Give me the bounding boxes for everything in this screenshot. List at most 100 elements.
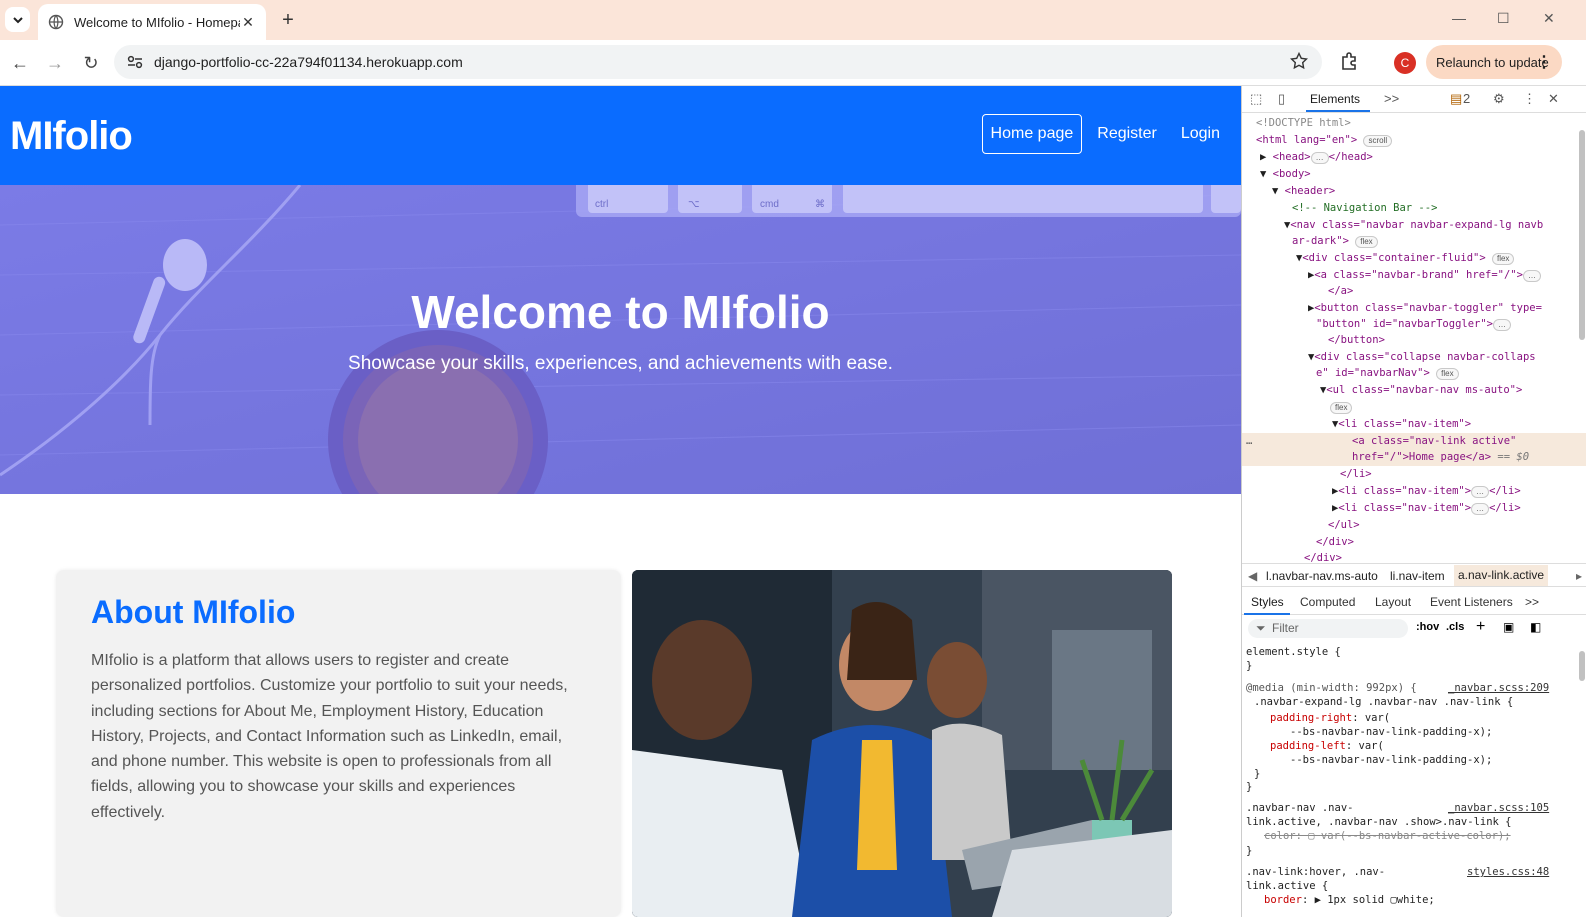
tab-search-button[interactable] bbox=[5, 7, 30, 32]
reload-icon[interactable]: ↻ bbox=[78, 50, 104, 76]
minimize-icon[interactable]: — bbox=[1452, 10, 1466, 26]
url-text: django-portfolio-cc-22a794f01134.herokua… bbox=[154, 54, 463, 70]
dom-doctype[interactable]: <!DOCTYPE html> bbox=[1256, 115, 1351, 131]
selector-2b[interactable]: link.active, .navbar-nav .show>.nav-link… bbox=[1246, 815, 1512, 829]
decl-padding-right-var: --bs-navbar-nav-link-padding-x); bbox=[1290, 726, 1493, 738]
crumb-li[interactable]: li.nav-item bbox=[1390, 569, 1445, 583]
address-bar[interactable]: django-portfolio-cc-22a794f01134.herokua… bbox=[114, 45, 1322, 79]
selector-2a[interactable]: .navbar-nav .nav- bbox=[1246, 801, 1353, 815]
office-team-photo bbox=[632, 570, 1172, 917]
dom-div-close: </div> bbox=[1316, 536, 1354, 548]
selector-3a[interactable]: .nav-link:hover, .nav- bbox=[1246, 865, 1385, 879]
dom-container-fluid[interactable]: ▼<div class="container-fluid"> flex bbox=[1296, 250, 1515, 266]
dom-ellipsis-icon[interactable]: … bbox=[1246, 433, 1252, 449]
hov-toggle[interactable]: :hov bbox=[1416, 621, 1439, 633]
decl-padding-left[interactable]: padding-left: var( bbox=[1270, 739, 1384, 753]
selector-3b[interactable]: link.active { bbox=[1246, 879, 1328, 893]
tab-layout[interactable]: Layout bbox=[1375, 595, 1411, 609]
toggle-sidebar-icon[interactable]: ◧ bbox=[1530, 620, 1541, 634]
source-link-styles-48[interactable]: styles.css:48 bbox=[1467, 865, 1549, 879]
browser-tab-bar: Welcome to MIfolio - Homepag ✕ + — ☐ ✕ bbox=[0, 0, 1586, 40]
dom-a-close: </a> bbox=[1328, 285, 1354, 297]
tab-close-icon[interactable]: ✕ bbox=[240, 14, 256, 31]
styles-filter-input[interactable]: ⏷ Filter bbox=[1248, 619, 1408, 638]
decl-color-overridden[interactable]: color: ▢ var(--bs-navbar-active-color); bbox=[1264, 829, 1511, 843]
element-style-rule[interactable]: element.style { bbox=[1246, 645, 1341, 659]
styles-subtabs: Styles Computed Layout Event Listeners >… bbox=[1242, 587, 1586, 615]
nav-link-home[interactable]: Home page bbox=[981, 114, 1083, 154]
issues-icon[interactable]: ▤ bbox=[1450, 91, 1462, 107]
crumb-scroll-left-icon[interactable]: ◀ bbox=[1248, 569, 1257, 583]
brace-1: } bbox=[1246, 660, 1253, 672]
dom-comment[interactable]: <!-- Navigation Bar --> bbox=[1292, 200, 1437, 216]
new-style-rule-icon[interactable]: + bbox=[1476, 618, 1485, 636]
dom-nav-link-active[interactable]: <a class="nav-link active" bbox=[1352, 433, 1516, 449]
about-description: MIfolio is a platform that allows users … bbox=[91, 652, 568, 821]
source-link-navbar-105[interactable]: _navbar.scss:105 bbox=[1448, 801, 1549, 815]
inspect-element-icon[interactable]: ⬚ bbox=[1250, 91, 1262, 107]
tab-elements[interactable]: Elements bbox=[1310, 92, 1360, 106]
dom-collapse[interactable]: ▼<div class="collapse navbar-collaps bbox=[1308, 349, 1536, 365]
extensions-icon[interactable] bbox=[1338, 51, 1360, 73]
dom-li[interactable]: ▼<li class="nav-item"> bbox=[1332, 416, 1471, 432]
scroll-badge[interactable]: scroll bbox=[1363, 135, 1393, 147]
crumb-a-active[interactable]: a.nav-link.active bbox=[1454, 565, 1549, 586]
tab-styles[interactable]: Styles bbox=[1251, 595, 1284, 609]
hero-banner: ctrl ⌥ cmd ⌘ Welcome to MIfolio Showcase… bbox=[0, 185, 1241, 494]
devtools-menu-icon[interactable]: ⋮ bbox=[1523, 91, 1536, 107]
styles-pane: element.style { } @media (min-width: 992… bbox=[1242, 641, 1586, 917]
dom-navbar-toggler[interactable]: ▶<button class="navbar-toggler" type= bbox=[1308, 300, 1542, 316]
site-navbar: MIfolio Home page Register Login bbox=[0, 86, 1241, 185]
browser-tab-active[interactable]: Welcome to MIfolio - Homepag ✕ bbox=[38, 4, 266, 40]
devtools-close-icon[interactable]: ✕ bbox=[1548, 91, 1559, 107]
more-tabs-icon[interactable]: >> bbox=[1384, 91, 1399, 106]
flex-badge[interactable]: flex bbox=[1355, 236, 1378, 248]
more-vert-icon[interactable]: ⋮ bbox=[1536, 52, 1552, 72]
dom-html[interactable]: <html lang="en"> scroll bbox=[1256, 132, 1393, 148]
tab-event-listeners[interactable]: Event Listeners bbox=[1430, 595, 1513, 609]
site-logo[interactable]: MIfolio bbox=[10, 114, 133, 159]
crumb-ul[interactable]: l.navbar-nav.ms-auto bbox=[1266, 569, 1378, 583]
chevron-down-icon bbox=[12, 16, 23, 23]
decl-border[interactable]: border: ▶ 1px solid ▢white; bbox=[1264, 893, 1435, 907]
key-cmd-label: cmd bbox=[760, 199, 779, 210]
back-icon[interactable]: ← bbox=[7, 50, 33, 76]
device-toolbar-icon[interactable]: ▯ bbox=[1278, 91, 1285, 107]
dom-toggler-cont: "button" id="navbarToggler">… bbox=[1316, 316, 1512, 332]
nav-link-login[interactable]: Login bbox=[1172, 114, 1229, 154]
hero-title: Welcome to MIfolio bbox=[411, 286, 830, 338]
dom-ul[interactable]: ▼<ul class="navbar-nav ms-auto"> bbox=[1320, 382, 1522, 398]
cls-toggle[interactable]: .cls bbox=[1446, 621, 1464, 633]
brace-3: } bbox=[1246, 781, 1253, 793]
breadcrumb: ◀ l.navbar-nav.ms-auto li.nav-item a.nav… bbox=[1242, 563, 1586, 587]
maximize-icon[interactable]: ☐ bbox=[1497, 10, 1510, 27]
bookmark-star-icon[interactable] bbox=[1290, 52, 1308, 70]
forward-icon[interactable]: → bbox=[42, 50, 68, 76]
profile-avatar[interactable]: C bbox=[1394, 52, 1416, 74]
dom-li-3[interactable]: ▶<li class="nav-item">… </li> bbox=[1332, 500, 1521, 516]
decl-padding-right[interactable]: padding-right: var( bbox=[1270, 711, 1390, 725]
dom-nav-cont: ar-dark"> flex bbox=[1292, 233, 1378, 249]
dom-li-2[interactable]: ▶<li class="nav-item">… </li> bbox=[1332, 483, 1521, 499]
window-close-icon[interactable]: ✕ bbox=[1543, 10, 1555, 27]
dom-scrollbar[interactable] bbox=[1579, 130, 1585, 340]
settings-gear-icon[interactable]: ⚙ bbox=[1493, 91, 1505, 107]
dom-navbar-brand[interactable]: ▶<a class="navbar-brand" href="/">… bbox=[1308, 267, 1541, 283]
dom-nav[interactable]: ▼<nav class="navbar navbar-expand-lg nav… bbox=[1284, 217, 1543, 233]
new-tab-button[interactable]: + bbox=[276, 8, 300, 32]
selector-1[interactable]: .navbar-expand-lg .navbar-nav .nav-link … bbox=[1254, 695, 1513, 709]
source-link-navbar-209[interactable]: _navbar.scss:209 bbox=[1448, 681, 1549, 695]
crumb-scroll-right-icon[interactable]: ▸ bbox=[1576, 569, 1582, 583]
dom-body[interactable]: ▼ <body> bbox=[1260, 166, 1311, 182]
devtools-panel: ⬚ ▯ Elements >> ▤ 2 ⚙ ⋮ ✕ <!DOCTYPE html… bbox=[1241, 86, 1586, 917]
more-subtabs-icon[interactable]: >> bbox=[1525, 595, 1539, 609]
dom-header[interactable]: ▼ <header> bbox=[1272, 183, 1335, 199]
paint-brush-icon[interactable]: ▣ bbox=[1503, 620, 1514, 634]
dom-li-close: </li> bbox=[1340, 468, 1372, 480]
dom-head[interactable]: ▶ <head>… </head> bbox=[1260, 149, 1373, 165]
styles-scrollbar[interactable] bbox=[1579, 651, 1585, 681]
nav-link-register[interactable]: Register bbox=[1088, 114, 1166, 154]
relaunch-button[interactable]: Relaunch to update ⋮ bbox=[1426, 45, 1562, 79]
tab-computed[interactable]: Computed bbox=[1300, 595, 1355, 609]
site-info-icon[interactable] bbox=[124, 51, 146, 73]
